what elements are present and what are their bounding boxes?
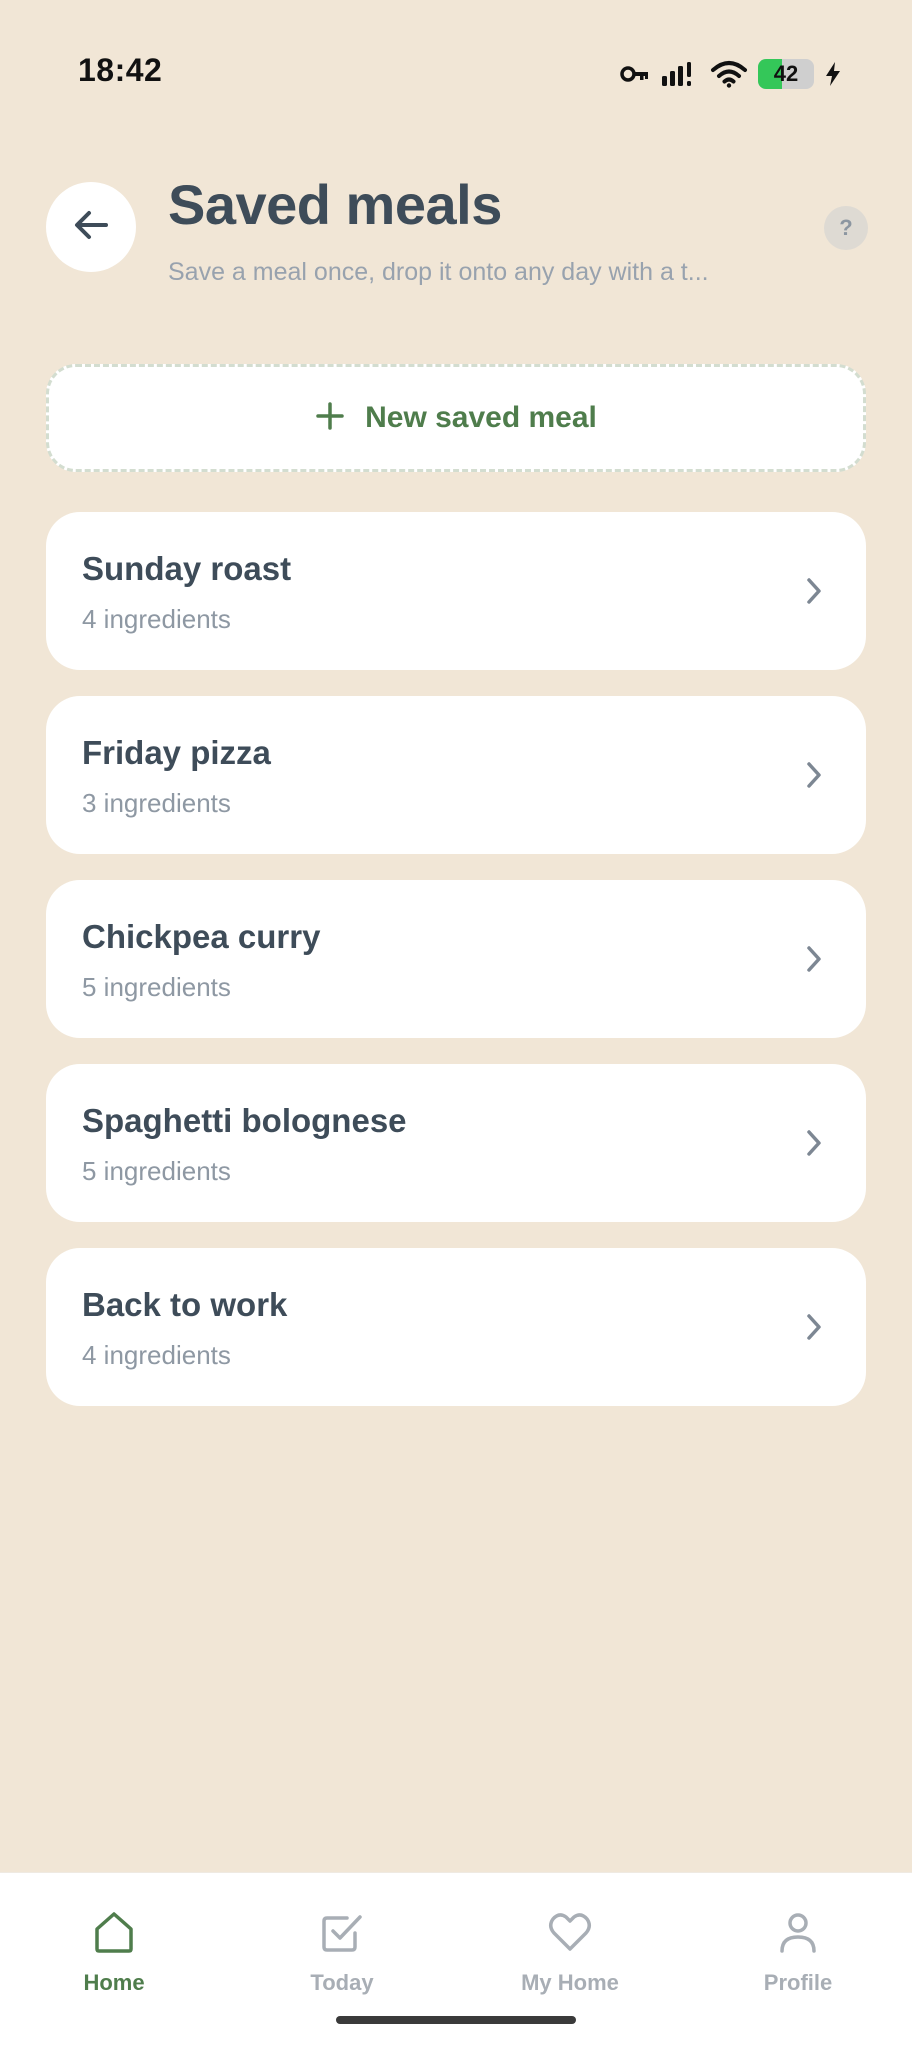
key-icon (620, 63, 650, 85)
new-saved-meal-label: New saved meal (365, 401, 597, 434)
tab-label: Home (83, 1970, 145, 1995)
chevron-right-icon (804, 1128, 824, 1163)
meal-ingredient-count: 5 ingredients (82, 1156, 231, 1186)
meal-name: Sunday roast (82, 550, 292, 587)
meal-card-chickpea-curry[interactable]: Chickpea curry 5 ingredients (46, 880, 866, 1038)
tab-my-home[interactable]: My Home (480, 1909, 660, 1996)
page-subtitle: Save a meal once, drop it onto any day w… (168, 258, 709, 286)
saved-meals-list: Sunday roast 4 ingredients Friday pizza … (46, 512, 866, 1406)
checkbox-icon (319, 1909, 365, 1960)
meal-name: Friday pizza (82, 734, 271, 771)
tab-home[interactable]: Home (24, 1909, 204, 1996)
signal-icon (660, 60, 700, 88)
meal-card-friday-pizza[interactable]: Friday pizza 3 ingredients (46, 696, 866, 854)
battery-icon: 42 (758, 59, 814, 89)
meal-card-sunday-roast[interactable]: Sunday roast 4 ingredients (46, 512, 866, 670)
meal-ingredient-count: 5 ingredients (82, 972, 231, 1002)
help-button[interactable]: ? (824, 206, 868, 250)
tab-today[interactable]: Today (252, 1909, 432, 1996)
meal-name: Back to work (82, 1286, 288, 1323)
status-icons: 42 (620, 56, 842, 92)
status-bar: 18:42 42 (0, 0, 912, 140)
new-saved-meal-button[interactable]: New saved meal (46, 364, 866, 472)
tab-profile[interactable]: Profile (708, 1909, 888, 1996)
meal-ingredient-count: 3 ingredients (82, 788, 231, 818)
back-button[interactable] (46, 182, 136, 272)
heart-icon (546, 1909, 594, 1960)
chevron-right-icon (804, 760, 824, 795)
chevron-right-icon (804, 944, 824, 979)
user-icon (775, 1909, 821, 1960)
meal-ingredient-count: 4 ingredients (82, 604, 231, 634)
wifi-icon (710, 60, 748, 88)
tab-label: Today (310, 1970, 374, 1995)
meal-ingredient-count: 4 ingredients (82, 1340, 231, 1370)
charging-bolt-icon (824, 61, 842, 87)
meal-card-back-to-work[interactable]: Back to work 4 ingredients (46, 1248, 866, 1406)
meal-card-spaghetti-bolognese[interactable]: Spaghetti bolognese 5 ingredients (46, 1064, 866, 1222)
tab-label: Profile (763, 1970, 833, 1995)
meal-name: Spaghetti bolognese (82, 1102, 407, 1139)
status-time: 18:42 (78, 52, 163, 88)
tab-label: My Home (521, 1970, 619, 1995)
plus-icon (315, 401, 345, 436)
page-title: Saved meals (168, 173, 502, 236)
arrow-left-icon (73, 209, 109, 246)
home-icon (91, 1909, 137, 1960)
meal-name: Chickpea curry (82, 918, 321, 955)
home-indicator (336, 2016, 576, 2024)
chevron-right-icon (804, 576, 824, 611)
chevron-right-icon (804, 1312, 824, 1347)
battery-level: 42 (773, 61, 799, 86)
